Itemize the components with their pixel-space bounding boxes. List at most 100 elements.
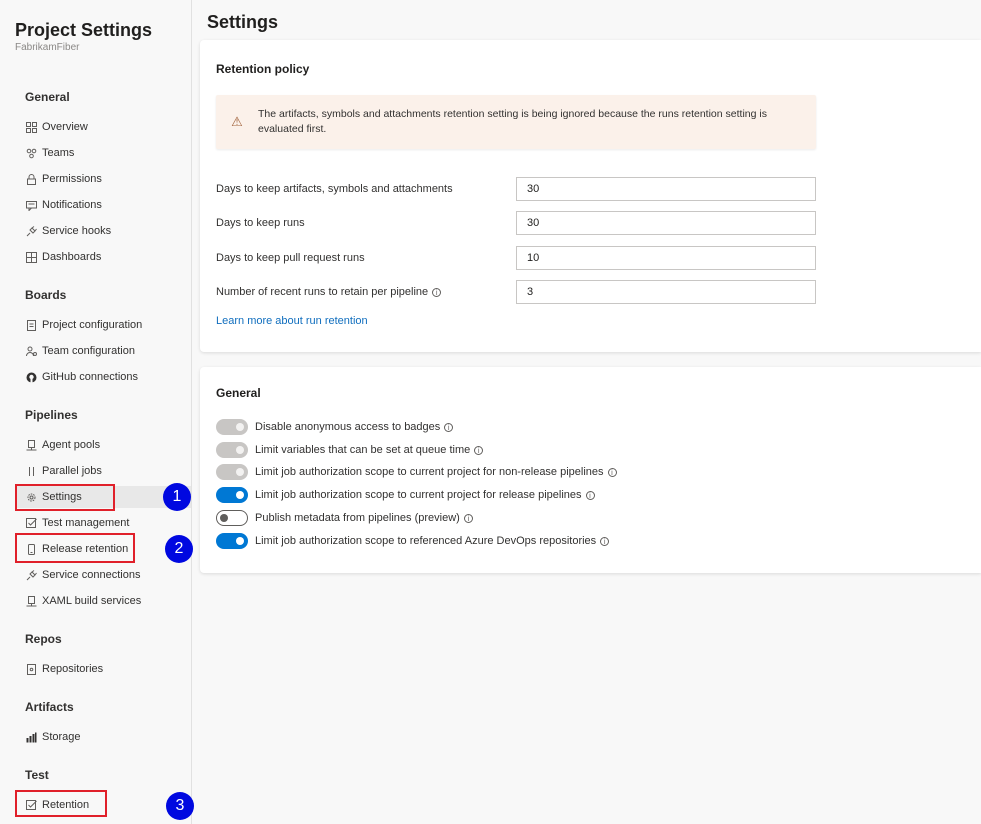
sidebar-item-teams[interactable]: Teams [25, 142, 191, 164]
field-label-runs: Days to keep runs [216, 217, 305, 229]
retention-policy-title: Retention policy [216, 62, 310, 76]
sidebar-item-label: Release retention [42, 543, 129, 555]
sidebar-item-agent-pools[interactable]: Agent pools [25, 434, 191, 456]
sidebar-item-label: Project configuration [42, 319, 143, 331]
toggle-label: Disable anonymous access to badges [255, 421, 441, 433]
info-icon[interactable]: i [585, 490, 595, 500]
page-title: Settings [207, 12, 279, 32]
info-icon[interactable]: i [463, 513, 473, 523]
sidebar-item-notifications[interactable]: Notifications [25, 194, 191, 216]
build-agent-icon [25, 595, 37, 607]
sidebar: Project Settings FabrikamFiber General O… [0, 0, 192, 824]
info-icon[interactable]: i [607, 467, 617, 477]
general-card: General Disable anonymous access to badg… [200, 367, 981, 573]
sidebar-item-service-hooks[interactable]: Service hooks [25, 220, 191, 242]
parallel-icon [25, 465, 37, 477]
callout-badge-1: 1 [163, 483, 191, 511]
sidebar-item-permissions[interactable]: Permissions [25, 168, 191, 190]
sidebar-item-dashboards[interactable]: Dashboards [25, 246, 191, 268]
info-icon[interactable]: i [432, 287, 442, 297]
sidebar-item-label: Settings [42, 491, 82, 503]
sidebar-item-label: Parallel jobs [42, 465, 102, 477]
sidebar-item-overview[interactable]: Overview [25, 116, 191, 138]
warning-text: The artifacts, symbols and attachments r… [258, 108, 767, 135]
sidebar-item-label: Test management [42, 517, 130, 529]
toggle-row-publish-metadata: Publish metadata from pipelines (preview… [216, 509, 473, 527]
test-retention-icon [25, 799, 37, 811]
gear-icon [25, 491, 37, 503]
toggle-label: Limit job authorization scope to referen… [255, 535, 597, 547]
toggle-scope-release[interactable] [216, 487, 248, 503]
sidebar-item-label: Permissions [42, 173, 102, 185]
toggle-label: Limit variables that can be set at queue… [255, 444, 471, 456]
toggle-row-scope-repos: Limit job authorization scope to referen… [216, 532, 610, 550]
sidebar-item-xaml-build-services[interactable]: XAML build services [25, 590, 191, 612]
plug-icon [25, 225, 37, 237]
project-settings-title: Project Settings [15, 20, 153, 40]
sidebar-item-label: Dashboards [42, 251, 102, 263]
info-icon[interactable]: i [600, 536, 610, 546]
sidebar-item-label: GitHub connections [42, 371, 138, 383]
sidebar-item-repositories[interactable]: Repositories [25, 658, 191, 680]
recent-runs-input[interactable] [516, 280, 816, 304]
general-title: General [216, 386, 261, 400]
section-boards: Boards [25, 288, 67, 302]
sidebar-item-label: Service hooks [42, 225, 112, 237]
retention-warning: ⚠ The artifacts, symbols and attachments… [216, 95, 816, 149]
learn-more-link[interactable]: Learn more about run retention [216, 315, 368, 327]
sidebar-item-service-connections[interactable]: Service connections [25, 564, 191, 586]
field-label-artifacts: Days to keep artifacts, symbols and atta… [216, 183, 453, 195]
toggle-scope-repos[interactable] [216, 533, 248, 549]
days-artifacts-input[interactable] [516, 177, 816, 201]
section-pipelines: Pipelines [25, 408, 78, 422]
lock-icon [25, 173, 37, 185]
dashboard-icon [25, 251, 37, 263]
sidebar-item-label: Overview [42, 121, 88, 133]
toggle-anonymous-badges[interactable] [216, 419, 248, 435]
toggle-limit-variables[interactable] [216, 442, 248, 458]
sidebar-item-github-connections[interactable]: GitHub connections [25, 366, 191, 388]
callout-badge-2: 2 [165, 535, 193, 563]
agent-pool-icon [25, 439, 37, 451]
toggle-label: Limit job authorization scope to current… [255, 489, 582, 501]
sidebar-item-label: Teams [42, 147, 75, 159]
retention-policy-card: Retention policy ⚠ The artifacts, symbol… [200, 40, 981, 352]
sidebar-item-test-management[interactable]: Test management [25, 512, 191, 534]
field-row-recent-runs: Number of recent runs to retain per pipe… [216, 286, 442, 298]
callout-badge-3: 3 [166, 792, 194, 820]
team-config-icon [25, 345, 37, 357]
section-general: General [25, 90, 70, 104]
days-pr-runs-input[interactable] [516, 246, 816, 270]
repository-icon [25, 663, 37, 675]
days-runs-input[interactable] [516, 211, 816, 235]
github-icon [25, 371, 37, 383]
toggle-label: Publish metadata from pipelines (preview… [255, 512, 460, 524]
field-label-recent-runs: Number of recent runs to retain per pipe… [216, 286, 429, 298]
sidebar-item-parallel-jobs[interactable]: Parallel jobs [25, 460, 191, 482]
section-repos: Repos [25, 632, 62, 646]
info-icon[interactable]: i [474, 445, 484, 455]
toggle-row-scope-release: Limit job authorization scope to current… [216, 486, 595, 504]
warning-icon: ⚠ [231, 114, 243, 129]
toggle-row-limit-variables: Limit variables that can be set at queue… [216, 441, 484, 459]
plug-icon [25, 569, 37, 581]
sidebar-item-label: Team configuration [42, 345, 135, 357]
section-artifacts: Artifacts [25, 700, 74, 714]
document-icon [25, 319, 37, 331]
toggle-row-scope-non-release: Limit job authorization scope to current… [216, 463, 617, 481]
toggle-scope-non-release[interactable] [216, 464, 248, 480]
sidebar-item-team-configuration[interactable]: Team configuration [25, 340, 191, 362]
info-icon[interactable]: i [444, 422, 454, 432]
field-label-pr-runs: Days to keep pull request runs [216, 252, 365, 264]
toggle-label: Limit job authorization scope to current… [255, 466, 604, 478]
bar-chart-icon [25, 731, 37, 743]
sidebar-item-label: Agent pools [42, 439, 101, 451]
sidebar-item-label: Service connections [42, 569, 141, 581]
sidebar-item-storage[interactable]: Storage [25, 726, 191, 748]
sidebar-item-project-configuration[interactable]: Project configuration [25, 314, 191, 336]
toggle-publish-metadata[interactable] [216, 510, 248, 526]
test-management-icon [25, 517, 37, 529]
project-name: FabrikamFiber [15, 42, 80, 53]
sidebar-item-label: Notifications [42, 199, 102, 211]
sidebar-item-label: XAML build services [42, 595, 142, 607]
